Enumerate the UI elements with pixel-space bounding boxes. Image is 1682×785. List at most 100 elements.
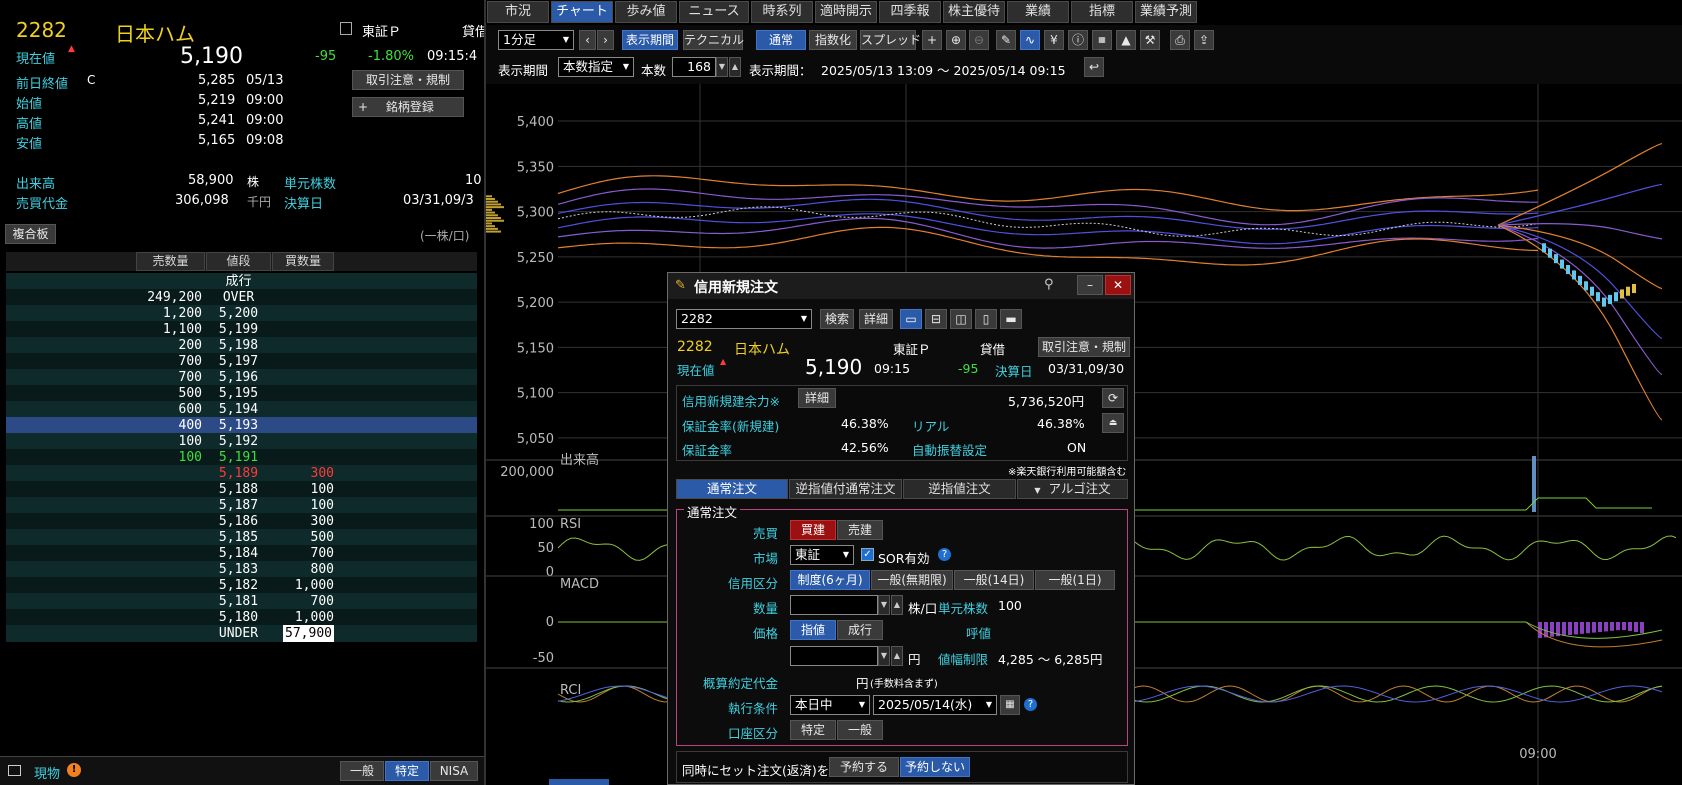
qty-down-icon[interactable]: ▼: [878, 595, 890, 615]
tab-normal-order[interactable]: 通常注文: [676, 479, 788, 499]
help-icon[interactable]: ?: [938, 548, 951, 561]
interval-select[interactable]: 1分足 ▼: [498, 30, 574, 50]
orderbook-row[interactable]: 700 5,196: [6, 369, 477, 386]
orderbook-row[interactable]: 500 5,195: [6, 385, 477, 402]
dialog-detail-button[interactable]: 詳細: [859, 309, 893, 329]
orderbook-row[interactable]: 5,184 700: [6, 545, 477, 562]
tab-7[interactable]: 株主優待: [943, 1, 1005, 23]
spread-button[interactable]: スプレッド: [860, 30, 921, 50]
market-order-button[interactable]: 成行: [837, 620, 883, 640]
zoom-out-icon[interactable]: ⊖: [969, 30, 989, 50]
orderbook-row[interactable]: 100 5,191: [6, 449, 477, 466]
orderbook-row[interactable]: 5,187 100: [6, 497, 477, 514]
bars-input[interactable]: 168: [672, 57, 716, 77]
orderbook-row[interactable]: 5,189 300: [6, 465, 477, 482]
set-order-yes-button[interactable]: 予約する: [829, 757, 899, 777]
yen-icon[interactable]: ¥: [1044, 30, 1064, 50]
account-specific-button[interactable]: 特定: [790, 720, 836, 740]
bars-up-icon[interactable]: ▲: [729, 57, 741, 77]
buy-button[interactable]: 買建: [790, 520, 836, 540]
orderbook-row[interactable]: 700 5,197: [6, 353, 477, 370]
orderbook-row[interactable]: 5,183 800: [6, 561, 477, 578]
combined-board-button[interactable]: 複合板: [5, 224, 56, 244]
wrench-icon[interactable]: ⚒: [1140, 30, 1160, 50]
tab-6[interactable]: 四季報: [879, 1, 941, 23]
tab-3[interactable]: ニュース: [679, 1, 749, 23]
calendar-icon[interactable]: ▦: [1000, 695, 1020, 715]
orderbook-row[interactable]: 5,185 500: [6, 529, 477, 546]
minimize-icon[interactable]: –: [1077, 275, 1103, 295]
set-order-no-button[interactable]: 予約しない: [900, 757, 970, 777]
register-stock-button[interactable]: + 銘柄登録: [352, 97, 464, 117]
info-icon[interactable]: ⓘ: [1068, 30, 1088, 50]
orderbook-row[interactable]: 成行: [6, 273, 477, 290]
sell-button[interactable]: 売建: [837, 520, 883, 540]
orderbook-row[interactable]: 1,200 5,200: [6, 305, 477, 322]
tab-specific[interactable]: 特定: [385, 761, 429, 781]
sor-checkbox[interactable]: ✓: [861, 548, 874, 561]
credit-general-1d-button[interactable]: 一般(1日): [1035, 570, 1115, 590]
zoom-in-icon[interactable]: ⊕: [946, 30, 966, 50]
qty-input[interactable]: [790, 595, 878, 615]
orderbook-row[interactable]: 5,182 1,000: [6, 577, 477, 594]
link-icon[interactable]: ⚲: [1044, 277, 1054, 292]
crosshair-icon[interactable]: +: [922, 30, 942, 50]
market-select[interactable]: 東証 ▼: [790, 545, 854, 565]
tab-8[interactable]: 業績: [1007, 1, 1069, 23]
dialog-search-button[interactable]: 検索: [820, 309, 854, 329]
close-icon[interactable]: ✕: [1105, 275, 1131, 295]
line-tool-icon[interactable]: ∿: [1020, 30, 1040, 50]
account-general-button[interactable]: 一般: [837, 720, 883, 740]
margin-detail-button[interactable]: 詳細: [798, 388, 836, 408]
document-icon[interactable]: [340, 22, 352, 35]
indicator-icon[interactable]: ▦: [1092, 30, 1112, 50]
orderbook-row[interactable]: 400 5,193: [6, 417, 477, 434]
qty-up-icon[interactable]: ▲: [891, 595, 903, 615]
orderbook-row[interactable]: 5,180 1,000: [6, 609, 477, 626]
tab-stop-order[interactable]: 逆指値注文: [903, 479, 1016, 499]
tab-algo-order[interactable]: ▼ アルゴ注文: [1017, 479, 1128, 499]
tab-5[interactable]: 適時開示: [815, 1, 877, 23]
area-chart-icon[interactable]: ▲: [1116, 30, 1136, 50]
dialog-titlebar[interactable]: ✎ 信用新規注文 ⚲ – ✕: [668, 273, 1134, 299]
orderbook-row[interactable]: 249,200 OVER: [6, 289, 477, 306]
layout-wide-icon[interactable]: ▬: [1000, 309, 1022, 329]
tab-0[interactable]: 市況: [487, 1, 549, 23]
credit-general-indef-button[interactable]: 一般(無期限): [871, 570, 953, 590]
price-input[interactable]: [790, 646, 878, 666]
technical-button[interactable]: テクニカル: [683, 30, 744, 50]
tab-1[interactable]: チャート: [551, 1, 613, 23]
dialog-notice-button[interactable]: 取引注意・規制: [1038, 337, 1130, 357]
price-up-icon[interactable]: ▲: [891, 646, 903, 666]
prev-button[interactable]: ‹: [579, 30, 596, 50]
bars-mode-select[interactable]: 本数指定 ▼: [558, 57, 634, 77]
layout-horizontal-icon[interactable]: ⊟: [925, 309, 947, 329]
orderbook-row[interactable]: 5,181 700: [6, 593, 477, 610]
orderbook-row[interactable]: 200 5,198: [6, 337, 477, 354]
indexed-button[interactable]: 指数化: [809, 30, 857, 50]
help-icon[interactable]: ?: [1024, 698, 1037, 711]
layout-vertical-icon[interactable]: ◫: [950, 309, 972, 329]
limit-button[interactable]: 指値: [790, 620, 836, 640]
price-down-icon[interactable]: ▼: [878, 646, 890, 666]
orderbook-row[interactable]: 5,188 100: [6, 481, 477, 498]
trade-notice-button[interactable]: 取引注意・規制: [352, 70, 464, 90]
credit-system-button[interactable]: 制度(6ヶ月): [790, 570, 870, 590]
pencil-icon[interactable]: ✎: [996, 30, 1016, 50]
print-icon[interactable]: ⎙: [1170, 30, 1190, 50]
tab-9[interactable]: 指標: [1071, 1, 1133, 23]
refresh-icon[interactable]: ⟳: [1102, 388, 1124, 408]
orderbook-row[interactable]: 5,186 300: [6, 513, 477, 530]
orderbook-row[interactable]: 600 5,194: [6, 401, 477, 418]
eject-icon[interactable]: ⏏: [1102, 413, 1124, 433]
tab-general[interactable]: 一般: [340, 761, 384, 781]
tab-10[interactable]: 業績予測: [1135, 1, 1197, 23]
credit-general-14d-button[interactable]: 一般(14日): [954, 570, 1034, 590]
window-icon[interactable]: [8, 765, 21, 776]
tab-nisa[interactable]: NISA: [430, 761, 478, 781]
normal-button[interactable]: 通常: [756, 30, 806, 50]
orderbook-row[interactable]: 100 5,192: [6, 433, 477, 450]
display-period-button[interactable]: 表示期間: [622, 30, 678, 50]
undo-icon[interactable]: ↩: [1084, 57, 1104, 77]
layout-narrow-icon[interactable]: ▯: [975, 309, 997, 329]
